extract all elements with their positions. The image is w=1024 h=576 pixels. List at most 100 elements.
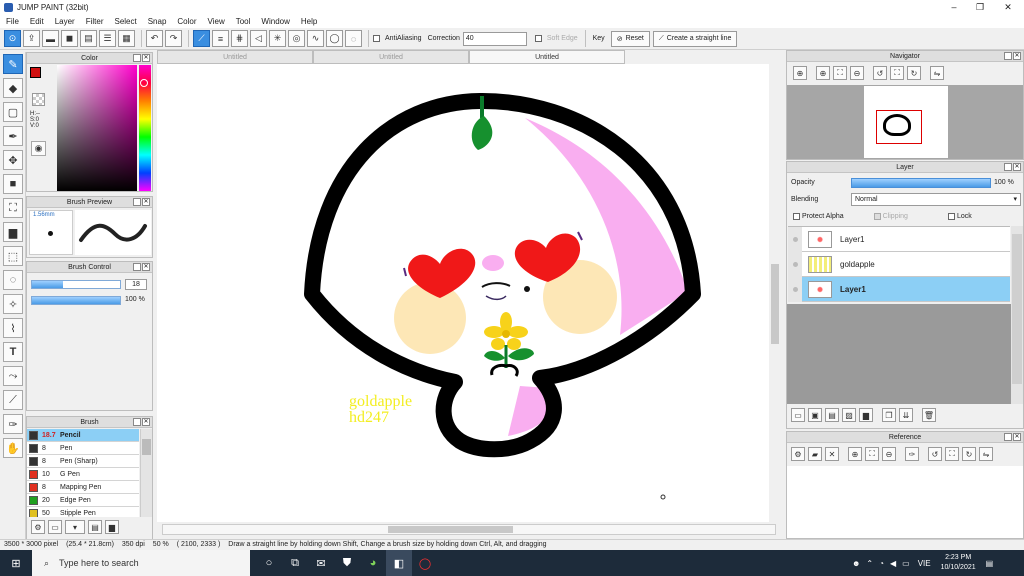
brush-item[interactable]: 8 Mapping Pen	[27, 481, 139, 494]
brush-list-scrollbar[interactable]	[140, 429, 152, 517]
pen-tool-icon[interactable]: ✒	[3, 126, 23, 146]
close-button[interactable]: ✕	[994, 0, 1022, 14]
volume-icon[interactable]: ◀	[890, 559, 896, 568]
store-icon[interactable]: ⛊	[334, 550, 360, 576]
redo-icon[interactable]: ↷	[165, 30, 182, 47]
layer-visibility-icon[interactable]	[788, 276, 802, 302]
panel-pin-icon[interactable]	[133, 263, 141, 271]
hand-tool-icon[interactable]: ✋	[3, 438, 23, 458]
taskbar-search[interactable]: ⌕ Type here to search	[32, 550, 250, 576]
tab-untitled-3[interactable]: Untitled	[469, 50, 625, 64]
notification-icon[interactable]: ▤	[986, 559, 994, 568]
new-8bit-layer-icon[interactable]: ▣	[808, 408, 822, 422]
lock-checkbox[interactable]	[947, 213, 955, 220]
menu-edit[interactable]: Edit	[30, 17, 44, 26]
bucket-tool-icon[interactable]: ⛶	[3, 198, 23, 218]
panel-pin-icon[interactable]	[1004, 163, 1012, 171]
panel-pin-icon[interactable]	[133, 54, 141, 62]
ellipse-icon[interactable]: ◯	[326, 30, 343, 47]
eyedropper-icon[interactable]: ⟋	[3, 390, 23, 410]
panel-close-icon[interactable]: ✕	[1013, 52, 1021, 60]
taskbar-clock[interactable]: 2:23 PM 10/10/2021	[941, 553, 976, 573]
cortana-icon[interactable]: ○	[256, 550, 282, 576]
magic-wand-icon[interactable]: ✧	[3, 294, 23, 314]
operation-tool-icon[interactable]: ⤳	[3, 366, 23, 386]
jump-paint-taskbar-icon[interactable]: ◧	[386, 550, 412, 576]
brush-item[interactable]: 18.7 Pencil	[27, 429, 139, 442]
rotate-right-icon[interactable]: ↻	[907, 66, 921, 80]
eraser-tool-icon[interactable]: ◆	[3, 78, 23, 98]
menu-window[interactable]: Window	[261, 17, 289, 26]
clipping-checkbox[interactable]	[873, 213, 881, 220]
menu-select[interactable]: Select	[114, 17, 136, 26]
panel-close-icon[interactable]: ✕	[142, 263, 150, 271]
open-file-icon[interactable]: ⇪	[23, 30, 40, 47]
minimize-button[interactable]: –	[940, 0, 968, 14]
brush-menu-icon[interactable]: ▾	[65, 520, 85, 534]
straight-ruler-icon[interactable]: ⟋	[193, 30, 210, 47]
zoom-out-icon[interactable]: ⊖	[850, 66, 864, 80]
layer-row[interactable]: Layer1	[788, 226, 1010, 252]
tray-chevron-icon[interactable]: ⌃	[866, 559, 873, 568]
list-icon[interactable]: ☰	[99, 30, 116, 47]
panel-close-icon[interactable]: ✕	[142, 198, 150, 206]
gradient-tool-icon[interactable]: ▆	[3, 222, 23, 242]
zoom-in-alt-icon[interactable]: ⊕	[816, 66, 830, 80]
panel-close-icon[interactable]: ✕	[142, 54, 150, 62]
hue-slider-handle[interactable]	[140, 79, 148, 87]
brush-opacity-slider[interactable]	[31, 296, 121, 305]
layer-opacity-slider[interactable]	[851, 178, 991, 188]
soft-edge-checkbox[interactable]	[534, 35, 542, 42]
reference-viewport[interactable]	[787, 466, 1023, 538]
tab-untitled-1[interactable]: Untitled	[157, 50, 313, 64]
brush-size-input[interactable]: 18	[125, 279, 147, 290]
perspective-icon[interactable]: ◁	[250, 30, 267, 47]
new-brush-icon[interactable]: ▭	[48, 520, 62, 534]
correction-select[interactable]: 40	[462, 31, 527, 46]
fit-rotate-icon[interactable]: ⛶	[890, 66, 904, 80]
rectangle-tool-icon[interactable]: ▢	[3, 102, 23, 122]
brush-settings-icon[interactable]: ⚙	[31, 520, 45, 534]
brush-item[interactable]: 50 Stipple Pen	[27, 507, 139, 517]
undo-icon[interactable]: ↶	[146, 30, 163, 47]
battery-icon[interactable]: ▭	[902, 559, 910, 568]
ref-eyedropper-icon[interactable]: ✑	[905, 447, 919, 461]
eyedropper-alt-icon[interactable]: ✑	[3, 414, 23, 434]
lasso-icon[interactable]: ◌	[3, 270, 23, 290]
flip-icon[interactable]: ⇋	[930, 66, 944, 80]
brush-tool-icon[interactable]: ✎	[3, 54, 23, 74]
panel-pin-icon[interactable]	[1004, 52, 1012, 60]
task-view-icon[interactable]: ⧉	[282, 550, 308, 576]
open-reference-icon[interactable]: ▰	[808, 447, 822, 461]
ref-zoom-out-icon[interactable]: ⊖	[882, 447, 896, 461]
panel-pin-icon[interactable]	[1004, 433, 1012, 441]
panel-pin-icon[interactable]	[133, 198, 141, 206]
ref-rotate-left-icon[interactable]: ↺	[928, 447, 942, 461]
reset-button[interactable]: ⊘ Reset	[610, 30, 650, 47]
antialiasing-checkbox[interactable]	[373, 35, 380, 42]
layer-row[interactable]: Layer1	[788, 276, 1010, 302]
horizontal-scrollbar[interactable]	[162, 524, 776, 535]
menu-file[interactable]: File	[6, 17, 19, 26]
brush-item[interactable]: 20 Edge Pen	[27, 494, 139, 507]
menu-filter[interactable]: Filter	[86, 17, 104, 26]
fit-icon[interactable]: ⛶	[833, 66, 847, 80]
foreground-color-swatch[interactable]	[30, 67, 41, 78]
brush-item[interactable]: 8 Pen	[27, 442, 139, 455]
grid-lines-icon[interactable]: ⋕	[231, 30, 248, 47]
reference-settings-icon[interactable]: ⚙	[791, 447, 805, 461]
close-reference-icon[interactable]: ✕	[825, 447, 839, 461]
network-icon[interactable]: ◔	[879, 559, 884, 568]
brush-folder-icon[interactable]: ▆	[105, 520, 119, 534]
panel-close-icon[interactable]: ✕	[142, 418, 150, 426]
create-straight-line-button[interactable]: ⟋ Create a straight line	[652, 30, 738, 47]
opera-icon[interactable]: ◯	[412, 550, 438, 576]
brush-item[interactable]: 10 G Pen	[27, 468, 139, 481]
tab-untitled-2[interactable]: Untitled	[313, 50, 469, 64]
copy-layer-icon[interactable]: ❐	[882, 408, 896, 422]
navigator-viewport[interactable]	[787, 85, 1023, 159]
document-icon[interactable]: ▤	[80, 30, 97, 47]
delete-layer-icon[interactable]: 🗑	[922, 408, 936, 422]
menu-tool[interactable]: Tool	[236, 17, 251, 26]
parallel-lines-icon[interactable]: ≡	[212, 30, 229, 47]
